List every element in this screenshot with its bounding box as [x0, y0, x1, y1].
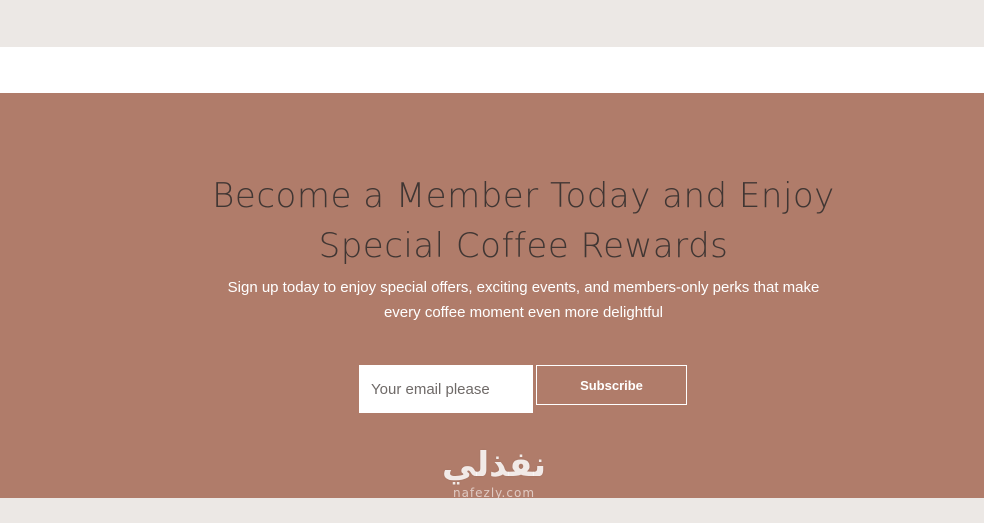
- subscribe-button[interactable]: Subscribe: [536, 365, 687, 405]
- watermark: نفذلي nafezly.com: [432, 445, 556, 501]
- headline-line-2: Special Coffee Rewards: [318, 226, 729, 266]
- top-band: [0, 0, 984, 47]
- description-line-2: every coffee moment even more delightful: [383, 304, 664, 321]
- header-strip: [0, 47, 984, 93]
- headline-line-1: Become a Member Today and Enjoy: [212, 176, 835, 216]
- membership-section: Become a Member Today and Enjoy Special …: [0, 93, 984, 501]
- membership-description: Sign up today to enjoy special offers, e…: [0, 275, 984, 325]
- bottom-band: [0, 498, 984, 523]
- description-line-1: Sign up today to enjoy special offers, e…: [227, 279, 820, 296]
- membership-headline: Become a Member Today and Enjoy Special …: [0, 171, 984, 271]
- watermark-logo: نفذلي: [441, 445, 547, 485]
- email-input[interactable]: [359, 365, 533, 413]
